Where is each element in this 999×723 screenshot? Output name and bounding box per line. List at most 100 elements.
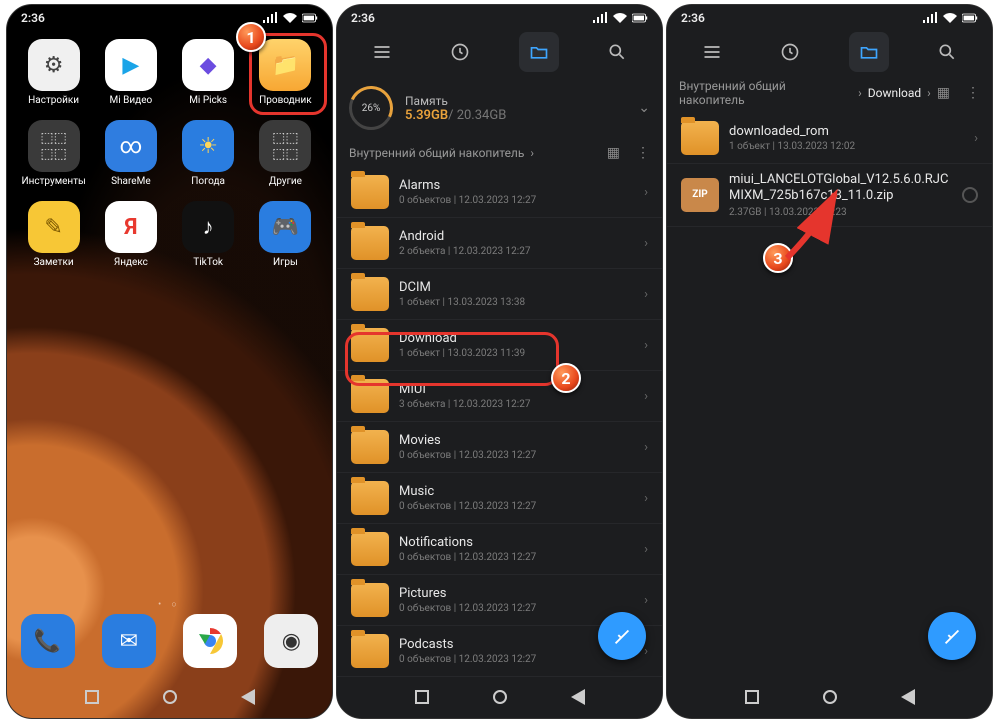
app-label: Mi Picks: [174, 95, 243, 106]
folder-row-movies[interactable]: Movies0 объектов | 12.03.2023 12:27›: [337, 422, 662, 473]
app-mi-picks[interactable]: ◆ Mi Picks: [174, 39, 243, 106]
app-mi-video[interactable]: ▶ Mi Видео: [96, 39, 165, 106]
file-meta: 1 объект | 13.03.2023 12:02: [729, 141, 964, 152]
folder-name: Pictures: [399, 586, 634, 601]
fm-topbar: [337, 29, 662, 75]
storage-gauge-icon: 26%: [349, 86, 393, 130]
status-time: 2:36: [21, 11, 45, 25]
folder-meta: 0 объектов | 12.03.2023 12:27: [399, 195, 634, 206]
nav-back[interactable]: [569, 688, 587, 706]
callout-1-badge: 1: [236, 22, 266, 52]
app-label: Проводник: [251, 95, 320, 106]
folder-name: Download: [399, 331, 634, 346]
app-more-folder[interactable]: ⬚⬚⬚⬚ Другие: [251, 120, 320, 187]
nav-recents[interactable]: [413, 688, 431, 706]
wifi-icon: [282, 12, 298, 24]
status-icons: [262, 12, 318, 24]
folder-name: Music: [399, 484, 634, 499]
phone-1-homescreen: 2:36 ⚙ Настройки ▶ Mi Видео ◆ Mi Picks 📁…: [6, 4, 333, 719]
folder-row-notifications[interactable]: Notifications0 объектов | 12.03.2023 12:…: [337, 524, 662, 575]
select-radio[interactable]: [962, 187, 978, 203]
status-icons: [592, 12, 648, 24]
hamburger-icon[interactable]: [692, 32, 732, 72]
app-file-manager[interactable]: 📁 Проводник: [251, 39, 320, 106]
breadcrumb-current: Download: [868, 86, 921, 100]
battery-icon: [632, 12, 648, 24]
nav-home[interactable]: [491, 688, 509, 706]
folder-row-music[interactable]: Music 0 объектов | 12.03.2023 12:27 ›: [337, 473, 662, 524]
chevron-right-icon: ›: [858, 86, 862, 100]
folder-name: DCIM: [399, 280, 634, 295]
folder-name: Android: [399, 229, 634, 244]
grid-view-icon[interactable]: ▦: [607, 145, 620, 161]
chevron-right-icon: ›: [644, 185, 648, 200]
folder-meta: 2 объекта | 12.03.2023 12:27: [399, 246, 634, 257]
breadcrumb-root[interactable]: Внутренний общий накопитель: [679, 79, 852, 107]
phone-3-filemanager-download: 2:36 Внутренний общий накопитель › Downl…: [666, 4, 993, 719]
folder-row-alarms[interactable]: Alarms0 объектов | 12.03.2023 12:27›: [337, 167, 662, 218]
hamburger-icon[interactable]: [362, 32, 402, 72]
search-icon[interactable]: [597, 32, 637, 72]
grid-view-icon[interactable]: ▦: [937, 85, 950, 101]
folder-icon: [351, 532, 389, 566]
breadcrumb[interactable]: Внутренний общий накопитель › ▦ ⋮: [337, 141, 662, 167]
search-icon[interactable]: [927, 32, 967, 72]
folder-row-dcim[interactable]: DCIM1 объект | 13.03.2023 13:38›: [337, 269, 662, 320]
app-tiktok[interactable]: ♪ TikTok: [174, 201, 243, 268]
chevron-right-icon: ›: [644, 491, 648, 506]
folder-meta: 0 объектов | 12.03.2023 12:27: [399, 501, 634, 512]
dock-chrome[interactable]: [183, 614, 237, 668]
file-row[interactable]: downloaded_rom1 объект | 13.03.2023 12:0…: [667, 113, 992, 164]
status-time: 2:36: [351, 11, 375, 25]
nav-home[interactable]: [161, 688, 179, 706]
fm-topbar: [667, 29, 992, 75]
folder-row-miui[interactable]: MIUI3 объекта | 12.03.2023 12:27›: [337, 371, 662, 422]
status-bar: 2:36: [7, 5, 332, 29]
folder-list: Alarms0 объектов | 12.03.2023 12:27›Andr…: [337, 167, 662, 677]
folder-meta: 1 объект | 13.03.2023 13:38: [399, 297, 634, 308]
storage-label: Память: [405, 94, 506, 108]
recent-icon[interactable]: [440, 32, 480, 72]
folder-row-download[interactable]: Download1 объект | 13.03.2023 11:39›: [337, 320, 662, 371]
dock-messages[interactable]: ✉: [102, 614, 156, 668]
breadcrumb[interactable]: Внутренний общий накопитель › Download ›…: [667, 75, 992, 113]
dock-camera[interactable]: ◉: [264, 614, 318, 668]
nav-back[interactable]: [239, 688, 257, 706]
clean-fab[interactable]: [928, 612, 976, 660]
folder-row-android[interactable]: Android 2 объекта | 12.03.2023 12:27 ›: [337, 218, 662, 269]
app-games[interactable]: 🎮 Игры: [251, 201, 320, 268]
recent-icon[interactable]: [770, 32, 810, 72]
storage-card[interactable]: 26% Память 5.39GB/ 20.34GB ⌄: [349, 81, 650, 135]
chevron-right-icon: ›: [974, 131, 978, 146]
nav-recents[interactable]: [743, 688, 761, 706]
folder-icon: [351, 226, 389, 260]
folder-name: MIUI: [399, 382, 634, 397]
folder-icon: [351, 175, 389, 209]
folder-icon: [351, 481, 389, 515]
app-shareme[interactable]: ∞ ShareMe: [96, 120, 165, 187]
app-label: Инструменты: [19, 176, 88, 187]
app-yandex[interactable]: Я Яндекс: [96, 201, 165, 268]
status-time: 2:36: [681, 11, 705, 25]
nav-home[interactable]: [821, 688, 839, 706]
chevron-right-icon: ›: [644, 236, 648, 251]
dock-phone[interactable]: 📞: [21, 614, 75, 668]
signal-icon: [922, 12, 938, 24]
folder-tab-icon[interactable]: [519, 32, 559, 72]
app-label: Погода: [174, 176, 243, 187]
app-tools-folder[interactable]: ⬚⬚⬚⬚ Инструменты: [19, 120, 88, 187]
status-bar: 2:36: [337, 5, 662, 29]
chevron-down-icon: ⌄: [638, 100, 650, 116]
more-icon[interactable]: ⋮: [636, 145, 650, 161]
folder-tab-icon[interactable]: [849, 32, 889, 72]
app-settings[interactable]: ⚙ Настройки: [19, 39, 88, 106]
app-label: Настройки: [19, 95, 88, 106]
clean-fab[interactable]: [598, 612, 646, 660]
nav-back[interactable]: [899, 688, 917, 706]
app-notes[interactable]: ✎ Заметки: [19, 201, 88, 268]
nav-recents[interactable]: [83, 688, 101, 706]
zip-icon: ZIP: [681, 178, 719, 212]
fm-screen: 2:36 Внутренний общий накопитель › Downl…: [667, 5, 992, 718]
app-weather[interactable]: ☀ Погода: [174, 120, 243, 187]
more-icon[interactable]: ⋮: [966, 85, 980, 101]
